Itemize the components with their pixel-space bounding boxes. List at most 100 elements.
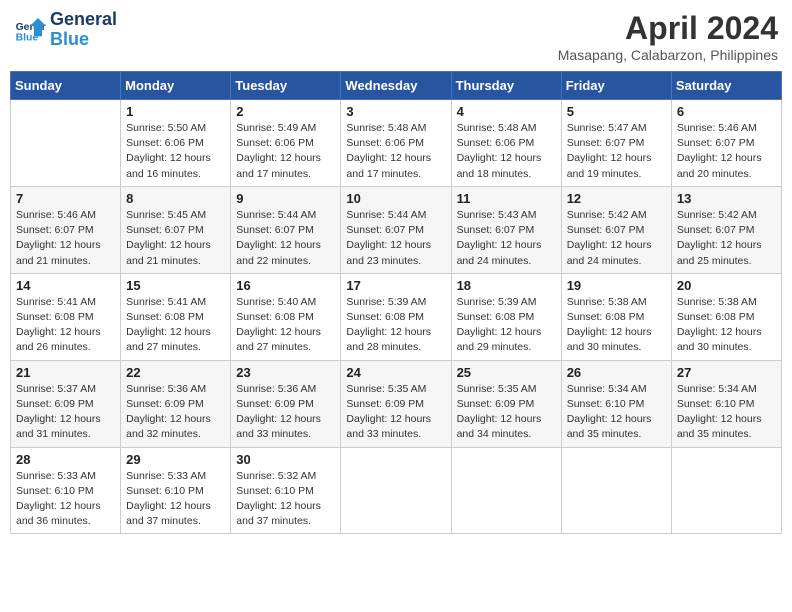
calendar-body: 1 Sunrise: 5:50 AM Sunset: 6:06 PM Daylig…: [11, 100, 782, 534]
day-number: 23: [236, 365, 335, 380]
calendar-table: SundayMondayTuesdayWednesdayThursdayFrid…: [10, 71, 782, 534]
day-info: Sunrise: 5:42 AM Sunset: 6:07 PM Dayligh…: [567, 208, 666, 269]
calendar-cell: 14Sunrise: 5:41 AM Sunset: 6:08 PM Dayli…: [11, 273, 121, 360]
calendar-header: SundayMondayTuesdayWednesdayThursdayFrid…: [11, 72, 782, 100]
day-info: Sunrise: 5:38 AM Sunset: 6:08 PM Dayligh…: [677, 295, 776, 356]
day-info: Sunrise: 5:34 AM Sunset: 6:10 PM Dayligh…: [567, 382, 666, 443]
header-day: Wednesday: [341, 72, 451, 100]
day-number: 13: [677, 191, 776, 206]
page-header: General Blue General Blue April 2024 Mas…: [10, 10, 782, 63]
day-info: Sunrise: 5:48 AM Sunset: 6:06 PM Dayligh…: [457, 121, 556, 182]
calendar-cell: 19 Sunrise: 5:38 AM Sunset: 6:08 PM Dayli…: [561, 273, 671, 360]
day-info: Sunrise: 5:36 AM Sunset: 6:09 PM Dayligh…: [236, 382, 335, 443]
calendar-cell: 1 Sunrise: 5:50 AM Sunset: 6:06 PM Daylig…: [121, 100, 231, 187]
day-info: Sunrise: 5:44 AM Sunset: 6:07 PM Dayligh…: [236, 208, 335, 269]
day-number: 27: [677, 365, 776, 380]
calendar-week: 28 Sunrise: 5:33 AM Sunset: 6:10 PM Dayli…: [11, 447, 782, 534]
day-number: 14: [16, 278, 115, 293]
calendar-cell: [671, 447, 781, 534]
calendar-cell: [341, 447, 451, 534]
calendar-cell: 28 Sunrise: 5:33 AM Sunset: 6:10 PM Dayli…: [11, 447, 121, 534]
day-number: 18: [457, 278, 556, 293]
calendar-cell: 9Sunrise: 5:44 AM Sunset: 6:07 PM Daylig…: [231, 186, 341, 273]
calendar-cell: 7Sunrise: 5:46 AM Sunset: 6:07 PM Daylig…: [11, 186, 121, 273]
calendar-cell: 3 Sunrise: 5:48 AM Sunset: 6:06 PM Daylig…: [341, 100, 451, 187]
day-number: 24: [346, 365, 445, 380]
calendar-cell: 15Sunrise: 5:41 AM Sunset: 6:08 PM Dayli…: [121, 273, 231, 360]
day-number: 8: [126, 191, 225, 206]
day-number: 5: [567, 104, 666, 119]
day-info: Sunrise: 5:33 AM Sunset: 6:10 PM Dayligh…: [126, 469, 225, 530]
day-number: 28: [16, 452, 115, 467]
calendar-cell: 22 Sunrise: 5:36 AM Sunset: 6:09 PM Dayli…: [121, 360, 231, 447]
day-info: Sunrise: 5:38 AM Sunset: 6:08 PM Dayligh…: [567, 295, 666, 356]
day-info: Sunrise: 5:40 AM Sunset: 6:08 PM Dayligh…: [236, 295, 335, 356]
calendar-cell: 24 Sunrise: 5:35 AM Sunset: 6:09 PM Dayli…: [341, 360, 451, 447]
calendar-cell: 29 Sunrise: 5:33 AM Sunset: 6:10 PM Dayli…: [121, 447, 231, 534]
day-number: 26: [567, 365, 666, 380]
day-number: 4: [457, 104, 556, 119]
calendar-cell: 27Sunrise: 5:34 AM Sunset: 6:10 PM Dayli…: [671, 360, 781, 447]
calendar-cell: [451, 447, 561, 534]
day-number: 21: [16, 365, 115, 380]
calendar-cell: 17Sunrise: 5:39 AM Sunset: 6:08 PM Dayli…: [341, 273, 451, 360]
calendar-cell: 23 Sunrise: 5:36 AM Sunset: 6:09 PM Dayli…: [231, 360, 341, 447]
title-area: April 2024 Masapang, Calabarzon, Philipp…: [558, 10, 778, 63]
location: Masapang, Calabarzon, Philippines: [558, 47, 778, 63]
day-info: Sunrise: 5:42 AM Sunset: 6:07 PM Dayligh…: [677, 208, 776, 269]
day-number: 7: [16, 191, 115, 206]
day-number: 25: [457, 365, 556, 380]
logo-icon: General Blue: [14, 14, 46, 46]
day-info: Sunrise: 5:35 AM Sunset: 6:09 PM Dayligh…: [457, 382, 556, 443]
day-number: 12: [567, 191, 666, 206]
day-info: Sunrise: 5:32 AM Sunset: 6:10 PM Dayligh…: [236, 469, 335, 530]
calendar-cell: 12 Sunrise: 5:42 AM Sunset: 6:07 PM Dayli…: [561, 186, 671, 273]
calendar-cell: 5Sunrise: 5:47 AM Sunset: 6:07 PM Daylig…: [561, 100, 671, 187]
day-number: 29: [126, 452, 225, 467]
day-number: 22: [126, 365, 225, 380]
header-row: SundayMondayTuesdayWednesdayThursdayFrid…: [11, 72, 782, 100]
day-info: Sunrise: 5:44 AM Sunset: 6:07 PM Dayligh…: [346, 208, 445, 269]
day-number: 2: [236, 104, 335, 119]
day-number: 19: [567, 278, 666, 293]
day-number: 3: [346, 104, 445, 119]
calendar-cell: 10Sunrise: 5:44 AM Sunset: 6:07 PM Dayli…: [341, 186, 451, 273]
day-info: Sunrise: 5:48 AM Sunset: 6:06 PM Dayligh…: [346, 121, 445, 182]
logo-line1: General: [50, 10, 117, 30]
calendar-week: 21Sunrise: 5:37 AM Sunset: 6:09 PM Dayli…: [11, 360, 782, 447]
day-number: 1: [126, 104, 225, 119]
logo: General Blue General Blue: [14, 10, 117, 50]
day-number: 17: [346, 278, 445, 293]
calendar-cell: 2 Sunrise: 5:49 AM Sunset: 6:06 PM Daylig…: [231, 100, 341, 187]
calendar-cell: 13 Sunrise: 5:42 AM Sunset: 6:07 PM Dayli…: [671, 186, 781, 273]
calendar-cell: 30 Sunrise: 5:32 AM Sunset: 6:10 PM Dayli…: [231, 447, 341, 534]
header-day: Monday: [121, 72, 231, 100]
calendar-cell: [561, 447, 671, 534]
calendar-week: 1 Sunrise: 5:50 AM Sunset: 6:06 PM Daylig…: [11, 100, 782, 187]
calendar-cell: 4 Sunrise: 5:48 AM Sunset: 6:06 PM Daylig…: [451, 100, 561, 187]
day-info: Sunrise: 5:49 AM Sunset: 6:06 PM Dayligh…: [236, 121, 335, 182]
calendar-cell: 25 Sunrise: 5:35 AM Sunset: 6:09 PM Dayli…: [451, 360, 561, 447]
calendar-cell: 8 Sunrise: 5:45 AM Sunset: 6:07 PM Daylig…: [121, 186, 231, 273]
header-day: Saturday: [671, 72, 781, 100]
header-day: Friday: [561, 72, 671, 100]
day-number: 16: [236, 278, 335, 293]
day-info: Sunrise: 5:50 AM Sunset: 6:06 PM Dayligh…: [126, 121, 225, 182]
day-info: Sunrise: 5:46 AM Sunset: 6:07 PM Dayligh…: [677, 121, 776, 182]
logo-line2: Blue: [50, 30, 117, 50]
day-info: Sunrise: 5:45 AM Sunset: 6:07 PM Dayligh…: [126, 208, 225, 269]
day-info: Sunrise: 5:33 AM Sunset: 6:10 PM Dayligh…: [16, 469, 115, 530]
day-info: Sunrise: 5:36 AM Sunset: 6:09 PM Dayligh…: [126, 382, 225, 443]
header-day: Tuesday: [231, 72, 341, 100]
day-info: Sunrise: 5:39 AM Sunset: 6:08 PM Dayligh…: [457, 295, 556, 356]
calendar-cell: 11Sunrise: 5:43 AM Sunset: 6:07 PM Dayli…: [451, 186, 561, 273]
calendar-week: 7Sunrise: 5:46 AM Sunset: 6:07 PM Daylig…: [11, 186, 782, 273]
day-number: 20: [677, 278, 776, 293]
month-title: April 2024: [558, 10, 778, 47]
day-number: 30: [236, 452, 335, 467]
calendar-week: 14Sunrise: 5:41 AM Sunset: 6:08 PM Dayli…: [11, 273, 782, 360]
calendar-cell: [11, 100, 121, 187]
calendar-cell: 20 Sunrise: 5:38 AM Sunset: 6:08 PM Dayli…: [671, 273, 781, 360]
calendar-cell: 21Sunrise: 5:37 AM Sunset: 6:09 PM Dayli…: [11, 360, 121, 447]
day-info: Sunrise: 5:35 AM Sunset: 6:09 PM Dayligh…: [346, 382, 445, 443]
